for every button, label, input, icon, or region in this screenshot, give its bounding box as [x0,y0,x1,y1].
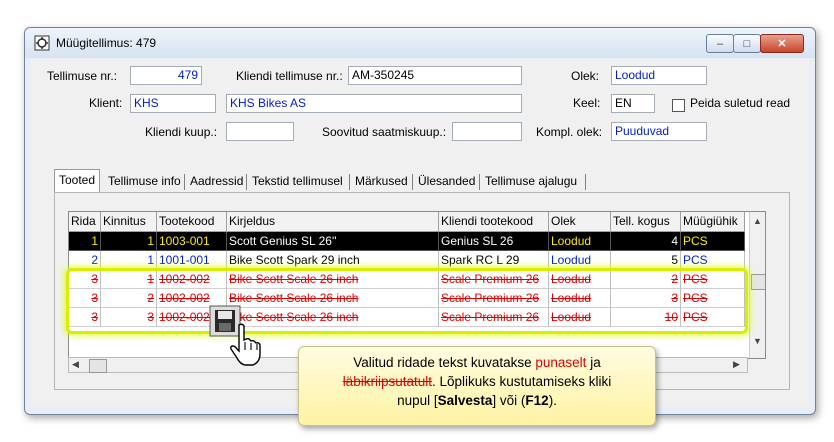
order-number-label: Tellimuse nr.: [47,69,118,83]
cell-row: 1 [69,232,101,251]
tab-notes[interactable]: Märkused [355,171,408,192]
complete-status-label: Kompl. olek: [536,125,603,139]
callout-line-2: läbikriipsutatult. Lõplikuks kustutamise… [342,374,612,389]
vertical-scrollbar[interactable]: ▲ ▼ [749,212,765,358]
instruction-callout: Valitud ridade tekst kuvatakse punaselt … [298,346,656,426]
client-purchase-label: Kliendi kuup.: [145,125,218,139]
tab-texts[interactable]: Tekstid tellimusel [252,171,343,192]
tab-order-history[interactable]: Tellimuse ajalugu [485,171,577,192]
callout-line-1: Valitud ridade tekst kuvatakse punaselt … [353,355,601,370]
language-label: Keel: [573,96,601,110]
cell-client-product-code: Genius SL 26 [439,232,549,251]
hscroll-thumb[interactable] [89,359,107,373]
client-order-field[interactable]: AM-350245 [348,66,522,85]
cell-confirmation: 1 [101,232,157,251]
status-field[interactable]: Loodud [611,66,707,85]
complete-status-field[interactable]: Puuduvad [611,122,707,141]
tab-separator [479,174,480,190]
scroll-right-icon[interactable]: ▶ [733,359,740,370]
col-header-product-code[interactable]: Tootekood [157,212,227,232]
order-number-field[interactable]: 479 [130,66,202,85]
language-field[interactable]: EN [611,94,655,113]
deleted-rows-highlight [66,268,748,334]
tab-separator [412,174,413,190]
scroll-thumb[interactable] [751,274,765,290]
status-label: Olek: [571,69,600,83]
client-order-label: Kliendi tellimuse nr.: [236,69,343,83]
cell-quantity: 4 [611,232,681,251]
callout-key: F12 [525,393,549,408]
scroll-down-icon[interactable]: ▼ [753,336,762,346]
close-button[interactable]: ✕ [760,34,804,53]
desired-shipping-label: Soovitud saatmiskuup.: [322,125,447,139]
tab-separator [585,174,586,190]
scroll-left-icon[interactable]: ◀ [72,359,79,370]
client-code-field[interactable]: KHS [130,94,216,113]
client-label: Klient: [89,96,123,110]
hand-cursor-icon [230,323,261,366]
col-header-client-product-code[interactable]: Kliendi tootekood [439,212,549,232]
cell-status: Loodud [549,232,611,251]
callout-save-word: Salvesta [437,393,493,408]
minimize-button[interactable]: – [706,34,734,53]
cell-unit: PCS [681,232,745,251]
tab-tasks[interactable]: Ülesanded [418,171,475,192]
col-header-confirmation[interactable]: Kinnitus [101,212,157,232]
app-icon [34,35,50,51]
client-name-field[interactable]: KHS Bikes AS [226,94,522,113]
title-bar: Müügitellimus: 479 – □ ✕ [25,28,815,58]
client-purchase-field[interactable] [226,122,294,141]
hide-closed-label: Peida suletud read [690,96,791,110]
callout-strike-word: läbikriipsutatult [342,374,432,389]
col-header-row[interactable]: Rida [69,212,101,232]
tab-addresses[interactable]: Aadressid [190,171,243,192]
callout-line-3: nupul [Salvesta] või (F12). [397,393,557,408]
cell-description: Scott Genius SL 26'' [227,232,439,251]
desired-shipping-field[interactable] [452,122,522,141]
col-header-unit[interactable]: Müügiühik [681,212,745,232]
col-header-status[interactable]: Olek [549,212,611,232]
tab-products[interactable]: Tooted [54,169,101,193]
tab-separator [184,174,185,190]
tab-order-info[interactable]: Tellimuse info [108,171,181,192]
col-header-description[interactable]: Kirjeldus [227,212,439,232]
hide-closed-checkbox[interactable] [672,99,685,112]
callout-red-word: punaselt [535,355,587,370]
window-title: Müügitellimus: 479 [56,36,157,50]
scroll-up-icon[interactable]: ▲ [753,216,762,226]
col-header-quantity[interactable]: Tell. kogus [611,212,681,232]
tab-separator [349,174,350,190]
maximize-button[interactable]: □ [733,34,761,53]
cell-product-code: 1003-001 [157,232,227,251]
tab-separator [246,174,247,190]
